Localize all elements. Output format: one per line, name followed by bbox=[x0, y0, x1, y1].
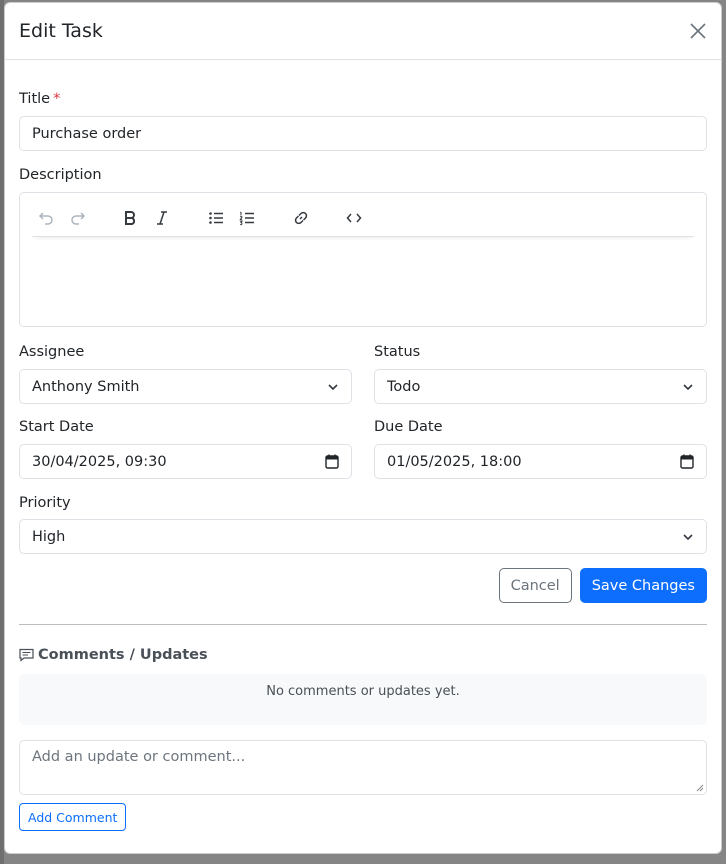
undo-icon bbox=[38, 212, 53, 225]
chevron-down-icon bbox=[328, 384, 338, 391]
chat-icon bbox=[19, 648, 34, 662]
code-button[interactable] bbox=[340, 204, 368, 232]
resize-handle-icon[interactable] bbox=[696, 784, 704, 792]
empty-text: No comments or updates yet. bbox=[266, 684, 460, 699]
close-icon bbox=[690, 23, 706, 39]
bold-icon bbox=[125, 211, 136, 225]
status-select[interactable]: Todo bbox=[374, 369, 707, 404]
cancel-button[interactable]: Cancel bbox=[498, 568, 572, 603]
due-date-value: 01/05/2025, 18:00 bbox=[387, 453, 522, 470]
status-value: Todo bbox=[387, 378, 421, 395]
undo-button[interactable] bbox=[32, 204, 60, 232]
assignee-label: Assignee bbox=[19, 344, 85, 360]
bullet-list-button[interactable] bbox=[202, 204, 230, 232]
code-icon bbox=[346, 213, 362, 223]
add-comment-button[interactable]: Add Comment bbox=[19, 803, 127, 831]
bullet-list-icon bbox=[209, 212, 223, 224]
start-date-input[interactable]: 30/04/2025, 09:30 bbox=[19, 444, 352, 479]
priority-value: High bbox=[32, 528, 66, 545]
close-button[interactable] bbox=[685, 18, 711, 44]
redo-icon bbox=[71, 212, 86, 225]
description-editor[interactable] bbox=[19, 192, 707, 327]
start-date-label: Start Date bbox=[19, 419, 94, 435]
link-icon bbox=[294, 211, 308, 225]
comments-empty-state: No comments or updates yet. bbox=[19, 674, 707, 725]
editor-toolbar bbox=[32, 199, 694, 237]
modal-header: Edit Task bbox=[5, 3, 721, 60]
chevron-down-icon bbox=[683, 384, 693, 391]
calendar-icon[interactable] bbox=[680, 454, 694, 469]
numbered-list-icon bbox=[239, 211, 254, 226]
status-label: Status bbox=[374, 344, 421, 360]
link-button[interactable] bbox=[287, 204, 315, 232]
form-actions: Cancel Save Changes bbox=[19, 568, 707, 603]
edit-task-modal: Edit Task Title * Purchase order Descript… bbox=[4, 2, 722, 854]
assignee-select[interactable]: Anthony Smith bbox=[19, 369, 352, 404]
modal-title: Edit Task bbox=[19, 20, 103, 42]
priority-select[interactable]: High bbox=[19, 519, 707, 554]
chevron-down-icon bbox=[683, 534, 693, 541]
italic-icon bbox=[157, 211, 167, 225]
comments-heading: Comments / Updates bbox=[19, 647, 707, 663]
description-label: Description bbox=[19, 167, 102, 183]
due-date-label: Due Date bbox=[374, 419, 443, 435]
priority-label: Priority bbox=[19, 495, 71, 511]
italic-button[interactable] bbox=[148, 204, 176, 232]
calendar-icon[interactable] bbox=[325, 454, 339, 469]
bold-button[interactable] bbox=[116, 204, 144, 232]
title-value: Purchase order bbox=[32, 125, 142, 142]
title-input[interactable]: Purchase order bbox=[19, 116, 707, 151]
comments-heading-text: Comments / Updates bbox=[38, 647, 208, 663]
comment-placeholder: Add an update or comment... bbox=[32, 749, 246, 765]
numbered-list-button[interactable] bbox=[233, 204, 261, 232]
required-marker: * bbox=[53, 91, 61, 107]
redo-button[interactable] bbox=[64, 204, 92, 232]
save-changes-button[interactable]: Save Changes bbox=[579, 568, 707, 603]
assignee-value: Anthony Smith bbox=[32, 378, 140, 395]
comment-textarea[interactable]: Add an update or comment... bbox=[19, 740, 707, 795]
title-label: Title * bbox=[19, 91, 61, 107]
due-date-input[interactable]: 01/05/2025, 18:00 bbox=[374, 444, 707, 479]
start-date-value: 30/04/2025, 09:30 bbox=[32, 453, 167, 470]
